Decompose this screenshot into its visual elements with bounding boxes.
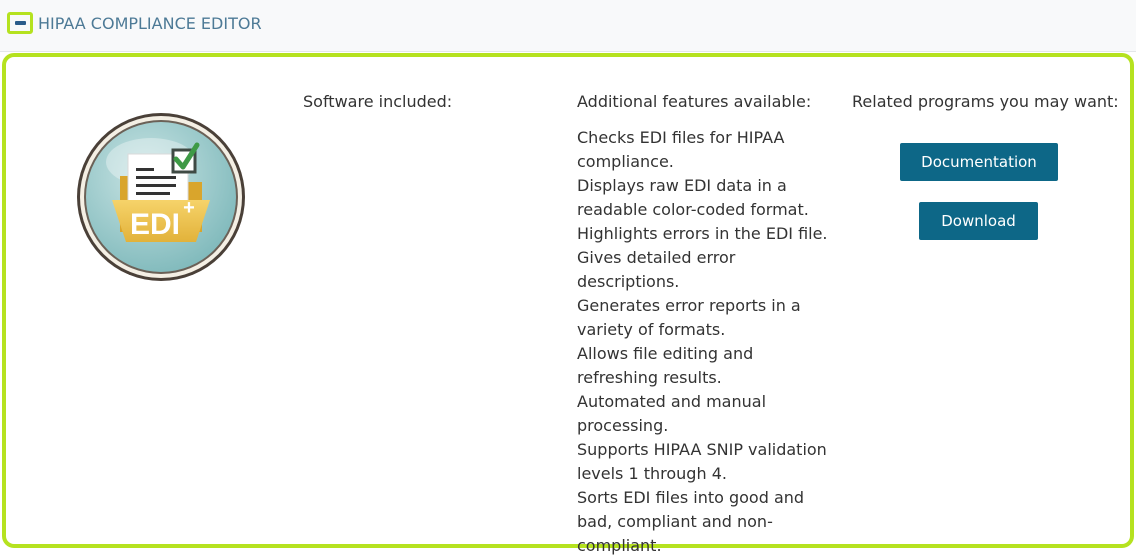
features-heading: Additional features available: — [577, 92, 812, 111]
download-button[interactable]: Download — [919, 202, 1038, 240]
feature-item: Allows file editing and refreshing resul… — [577, 344, 754, 387]
section-header: HIPAA COMPLIANCE EDITOR — [0, 0, 1136, 52]
section-title[interactable]: HIPAA COMPLIANCE EDITOR — [38, 14, 262, 33]
collapse-toggle-button[interactable] — [7, 12, 33, 34]
feature-list: Checks EDI files for HIPAA compliance. D… — [577, 126, 833, 558]
product-panel: EDI + Software included: Additional feat… — [2, 53, 1134, 555]
minus-icon — [14, 21, 26, 25]
logo-superscript: + — [183, 197, 195, 219]
feature-item: Supports HIPAA SNIP validation levels 1 … — [577, 440, 827, 483]
documentation-button[interactable]: Documentation — [900, 143, 1058, 181]
feature-item: Displays raw EDI data in a readable colo… — [577, 176, 809, 219]
logo-text: EDI — [130, 208, 180, 241]
software-included-heading: Software included: — [303, 92, 453, 111]
feature-item: Checks EDI files for HIPAA compliance. — [577, 128, 785, 171]
feature-item: Highlights errors in the EDI file. — [577, 224, 828, 243]
feature-item: Sorts EDI files into good and bad, compl… — [577, 488, 805, 555]
feature-item: Generates error reports in a variety of … — [577, 296, 801, 339]
feature-item: Gives detailed error descriptions. — [577, 248, 736, 291]
edi-plus-logo-icon: EDI + — [77, 113, 245, 281]
feature-item: Automated and manual processing. — [577, 392, 767, 435]
related-programs-heading: Related programs you may want: — [852, 92, 1119, 111]
